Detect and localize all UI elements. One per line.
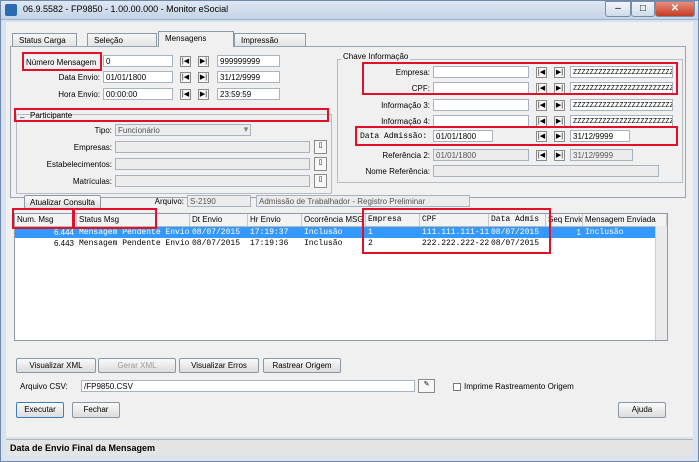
hora-envio-label: Hora Envio: bbox=[58, 90, 100, 99]
table-scrollbar[interactable] bbox=[655, 226, 667, 340]
arquivo-label: Arquivo: bbox=[154, 197, 184, 206]
executar-button[interactable]: Executar bbox=[16, 402, 64, 418]
informacao3-from-input[interactable] bbox=[433, 99, 529, 111]
referencia2-to-input[interactable]: 31/12/9999 bbox=[570, 149, 633, 161]
imprime-rastreamento-label: Imprime Rastreamento Origem bbox=[464, 382, 574, 391]
numero-mensagem-to-input[interactable]: 999999999 bbox=[217, 55, 280, 67]
visualizar-xml-button[interactable]: Visualizar XML bbox=[16, 358, 96, 373]
col-seq-envio[interactable]: Seq Envio bbox=[546, 214, 583, 226]
col-dt-envio[interactable]: Dt Envio bbox=[190, 214, 248, 226]
data-envio-to-input[interactable]: 31/12/9999 bbox=[217, 71, 280, 83]
col-mensagem-enviada[interactable]: Mensagem Enviada bbox=[583, 214, 667, 226]
table-row[interactable]: 6.443 Mensagem Pendente Envio 08/07/2015… bbox=[15, 238, 655, 249]
highlight-empresa-cpf-data bbox=[362, 208, 551, 254]
estabelecimentos-input[interactable] bbox=[115, 158, 310, 170]
cell-status-msg: Mensagem Pendente Envio bbox=[79, 239, 190, 248]
arquivo-csv-label: Arquivo CSV: bbox=[20, 382, 68, 391]
last-icon[interactable]: ▶| bbox=[554, 150, 565, 161]
cell-num-msg: 6.443 bbox=[53, 239, 74, 248]
empresas-label: Empresas: bbox=[73, 143, 112, 152]
last-icon[interactable]: ▶| bbox=[554, 100, 565, 111]
visualizar-erros-button[interactable]: Visualizar Erros bbox=[179, 358, 259, 373]
fechar-button[interactable]: Fechar bbox=[72, 402, 120, 418]
tab-selecao[interactable]: Seleção bbox=[87, 33, 157, 46]
arquivo-code-field: S-2190 bbox=[187, 195, 251, 207]
document-lookup-icon[interactable]: ▯ bbox=[314, 140, 327, 154]
matriculas-label: Matrículas: bbox=[72, 177, 112, 186]
status-bar: Data de Envio Final da Mensagem bbox=[6, 439, 693, 456]
col-ocorrencia-msg[interactable]: Ocorrência MSG bbox=[302, 214, 366, 226]
highlight-num-msg bbox=[12, 208, 75, 229]
tab-impressao[interactable]: Impressão bbox=[234, 33, 306, 46]
tipo-label: Tipo: bbox=[94, 126, 113, 135]
ajuda-button[interactable]: Ajuda bbox=[618, 402, 666, 418]
referencia2-label: Referência 2: bbox=[382, 151, 430, 160]
maximize-button[interactable]: □ bbox=[631, 1, 655, 17]
highlight-numero-mensagem bbox=[22, 52, 102, 71]
highlight-empresa-cpf bbox=[362, 62, 678, 95]
cell-hr-envio: 17:19:36 bbox=[250, 239, 289, 248]
minimize-button[interactable]: – bbox=[605, 1, 631, 17]
hora-envio-from-input[interactable]: 00:00:00 bbox=[103, 88, 173, 100]
arquivo-description-field: Admissão de Trabalhador - Registro Preli… bbox=[256, 195, 470, 207]
highlight-status-msg bbox=[72, 208, 157, 229]
last-icon[interactable]: ▶| bbox=[198, 72, 209, 83]
empresas-input[interactable] bbox=[115, 141, 310, 153]
arquivo-csv-input[interactable]: /FP9850.CSV bbox=[81, 380, 415, 392]
first-icon[interactable]: |◀ bbox=[180, 89, 191, 100]
numero-mensagem-from-input[interactable]: 0 bbox=[103, 55, 173, 67]
cell-hr-envio: 17:19:37 bbox=[248, 227, 302, 238]
hora-envio-to-input[interactable]: 23:59:59 bbox=[217, 88, 280, 100]
referencia2-from-input[interactable]: 01/01/1800 bbox=[433, 149, 529, 161]
tab-status-carga[interactable]: Status Carga bbox=[12, 33, 77, 46]
data-envio-label: Data Envio: bbox=[58, 73, 100, 82]
nome-referencia-input[interactable] bbox=[433, 165, 659, 177]
last-icon[interactable]: ▶| bbox=[198, 56, 209, 67]
col-hr-envio[interactable]: Hr Envio bbox=[248, 214, 302, 226]
imprime-rastreamento-checkbox[interactable] bbox=[453, 383, 461, 391]
last-icon[interactable]: ▶| bbox=[198, 89, 209, 100]
chave-informacao-title: Chave Informação bbox=[341, 52, 411, 61]
data-envio-from-input[interactable]: 01/01/1800 bbox=[103, 71, 173, 83]
cell-seq-envio: 1 bbox=[546, 227, 583, 238]
first-icon[interactable]: |◀ bbox=[180, 72, 191, 83]
matriculas-input[interactable] bbox=[115, 175, 310, 187]
file-browse-icon[interactable]: ✎ bbox=[418, 379, 435, 393]
cell-seq-envio bbox=[546, 238, 583, 249]
rastrear-origem-button[interactable]: Rastrear Origem bbox=[263, 358, 341, 373]
cell-dt-envio: 08/07/2015 bbox=[190, 227, 248, 238]
informacao4-label: Informação 4: bbox=[381, 117, 430, 126]
app-icon bbox=[5, 4, 17, 16]
first-icon[interactable]: |◀ bbox=[536, 100, 547, 111]
estabelecimentos-label: Estabelecimentos: bbox=[46, 160, 112, 169]
tab-mensagens[interactable]: Mensagens bbox=[158, 31, 234, 47]
title-bar: 06.9.5582 - FP9850 - 1.00.00.000 - Monit… bbox=[1, 1, 698, 20]
highlight-data-admissao bbox=[355, 126, 678, 146]
informacao3-label: Informação 3: bbox=[381, 101, 430, 110]
messages-table[interactable]: Num. Msg Status Msg Dt Envio Hr Envio Oc… bbox=[14, 213, 668, 341]
tipo-select[interactable]: Funcionário bbox=[115, 124, 251, 136]
informacao3-to-input[interactable]: ZZZZZZZZZZZZZZZZZZZZZZZZZZ bbox=[570, 99, 673, 111]
document-lookup-icon[interactable]: ▯ bbox=[314, 174, 327, 188]
first-icon[interactable]: |◀ bbox=[536, 150, 547, 161]
document-lookup-icon[interactable]: ▯ bbox=[314, 157, 327, 171]
cell-mensagem-enviada: Inclusão bbox=[583, 227, 655, 238]
cell-mensagem-enviada bbox=[583, 238, 655, 249]
cell-dt-envio: 08/07/2015 bbox=[192, 239, 241, 248]
cell-ocorrencia: Inclusão bbox=[304, 239, 343, 248]
chevron-down-icon: ▼ bbox=[242, 125, 250, 134]
window-title: 06.9.5582 - FP9850 - 1.00.00.000 - Monit… bbox=[23, 4, 229, 14]
gerar-xml-button[interactable]: Gerar XML bbox=[98, 358, 176, 373]
close-button[interactable]: ✕ bbox=[655, 1, 695, 17]
highlight-participante bbox=[14, 108, 329, 122]
nome-referencia-label: Nome Referência: bbox=[365, 167, 430, 176]
first-icon[interactable]: |◀ bbox=[180, 56, 191, 67]
cell-ocorrencia: Inclusão bbox=[302, 227, 366, 238]
